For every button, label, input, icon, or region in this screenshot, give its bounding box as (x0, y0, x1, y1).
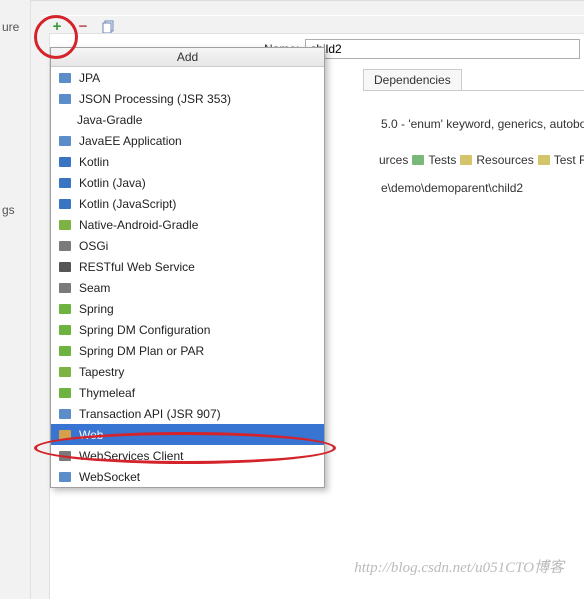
framework-icon (57, 280, 73, 296)
framework-icon (57, 322, 73, 338)
framework-icon (57, 238, 73, 254)
left-sidebar: ure gs (0, 0, 31, 599)
framework-icon (57, 133, 73, 149)
popup-item-label: WebSocket (79, 470, 140, 484)
popup-item-label: Kotlin (JavaScript) (79, 197, 176, 211)
popup-item-label: Transaction API (JSR 907) (79, 407, 221, 421)
popup-item-spring-dm-plan-or-par[interactable]: Spring DM Plan or PAR (51, 340, 324, 361)
popup-item-restful-web-service[interactable]: RESTful Web Service (51, 256, 324, 277)
add-framework-popup: Add JPA JSON Processing (JSR 353) Java-Gra… (50, 47, 325, 488)
popup-item-label: JavaEE Application (79, 134, 182, 148)
popup-item-javaee-application[interactable]: JavaEE Application (51, 130, 324, 151)
framework-icon (57, 406, 73, 422)
framework-icon (57, 175, 73, 191)
popup-item-kotlin-javascript-[interactable]: Kotlin (JavaScript) (51, 193, 324, 214)
popup-item-label: OSGi (79, 239, 108, 253)
framework-icon (57, 385, 73, 401)
popup-item-java-gradle[interactable]: Java-Gradle (51, 109, 324, 130)
framework-icon (57, 217, 73, 233)
popup-item-kotlin-java-[interactable]: Kotlin (Java) (51, 172, 324, 193)
tab-row: Dependencies (363, 69, 584, 91)
popup-item-websocket[interactable]: WebSocket (51, 466, 324, 487)
popup-item-label: Seam (79, 281, 110, 295)
popup-item-label: Java-Gradle (77, 113, 142, 127)
tests-folder-icon (412, 155, 424, 165)
resources-label: Resources (476, 153, 533, 167)
framework-icon (57, 301, 73, 317)
popup-item-label: JSON Processing (JSR 353) (79, 92, 231, 106)
resources-folder-icon (460, 155, 472, 165)
framework-icon (57, 448, 73, 464)
popup-item-label: Kotlin (79, 155, 109, 169)
popup-item-label: RESTful Web Service (79, 260, 195, 274)
popup-item-webservices-client[interactable]: WebServices Client (51, 445, 324, 466)
popup-item-tapestry[interactable]: Tapestry (51, 361, 324, 382)
tests-label: Tests (428, 153, 456, 167)
popup-item-label: Thymeleaf (79, 386, 135, 400)
popup-item-json-processing-jsr-353-[interactable]: JSON Processing (JSR 353) (51, 88, 324, 109)
framework-icon (57, 154, 73, 170)
framework-icon (57, 427, 73, 443)
framework-icon (57, 259, 73, 275)
popup-item-spring[interactable]: Spring (51, 298, 324, 319)
popup-item-label: Native-Android-Gradle (79, 218, 198, 232)
popup-item-thymeleaf[interactable]: Thymeleaf (51, 382, 324, 403)
popup-item-label: WebServices Client (79, 449, 183, 463)
source-folders-row: urces Tests Resources Test Reso (379, 153, 584, 167)
popup-item-label: Tapestry (79, 365, 124, 379)
popup-item-label: Kotlin (Java) (79, 176, 146, 190)
popup-title: Add (51, 48, 324, 67)
popup-item-label: JPA (79, 71, 100, 85)
popup-item-label: Spring (79, 302, 114, 316)
framework-icon (57, 70, 73, 86)
popup-items-list: JPA JSON Processing (JSR 353) Java-Gradle J… (51, 67, 324, 487)
popup-item-label: Web (79, 428, 103, 442)
tab-dependencies[interactable]: Dependencies (363, 69, 462, 90)
module-name-input[interactable] (305, 39, 580, 59)
sidebar-text-1: ure (2, 20, 19, 34)
framework-icon (57, 364, 73, 380)
popup-item-native-android-gradle[interactable]: Native-Android-Gradle (51, 214, 324, 235)
popup-item-jpa[interactable]: JPA (51, 67, 324, 88)
framework-icon (57, 196, 73, 212)
framework-icon (57, 91, 73, 107)
popup-item-osgi[interactable]: OSGi (51, 235, 324, 256)
framework-icon (57, 343, 73, 359)
popup-item-transaction-api-jsr-907-[interactable]: Transaction API (JSR 907) (51, 403, 324, 424)
popup-item-spring-dm-configuration[interactable]: Spring DM Configuration (51, 319, 324, 340)
popup-item-kotlin[interactable]: Kotlin (51, 151, 324, 172)
popup-item-web[interactable]: Web (51, 424, 324, 445)
sources-label: urces (379, 153, 408, 167)
popup-item-seam[interactable]: Seam (51, 277, 324, 298)
framework-icon (57, 469, 73, 485)
project-path-text: e\demo\demoparent\child2 (381, 181, 523, 195)
watermark: http://blog.csdn.net/u051CTO博客 (354, 556, 564, 577)
test-resources-folder-icon (538, 155, 550, 165)
test-resources-label: Test Reso (554, 153, 584, 167)
popup-item-label: Spring DM Plan or PAR (79, 344, 204, 358)
sidebar-text-2: gs (2, 203, 15, 217)
popup-item-label: Spring DM Configuration (79, 323, 210, 337)
language-level-text: 5.0 - 'enum' keyword, generics, autoboxi… (381, 117, 584, 131)
